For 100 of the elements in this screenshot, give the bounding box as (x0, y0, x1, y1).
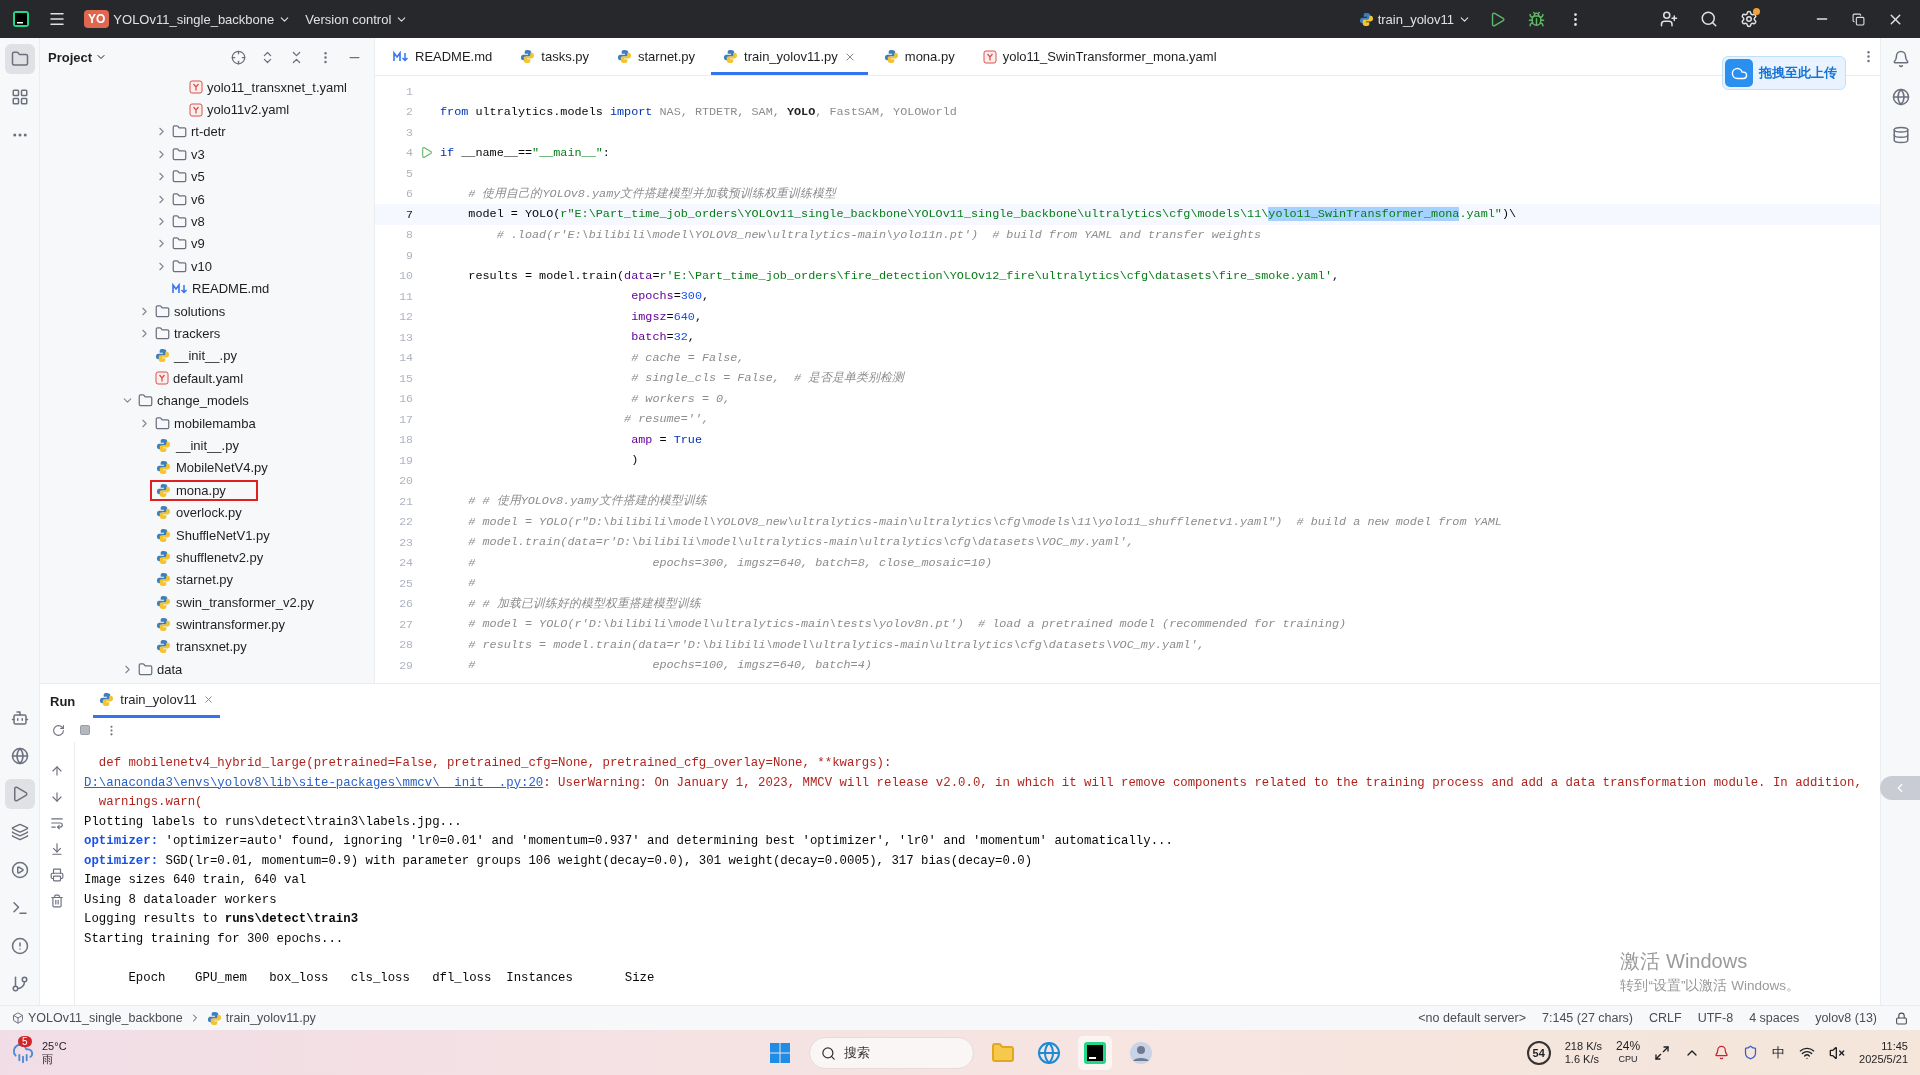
folder-icon (155, 303, 170, 319)
ide-icon[interactable] (1077, 1035, 1112, 1070)
tree-item[interactable]: __init__.py (40, 434, 374, 457)
clock-date[interactable]: 2025/5/21 (1859, 1052, 1908, 1066)
tree-item[interactable]: yolo11v2.yaml (40, 98, 374, 121)
code-line: batch=32, (630, 330, 695, 345)
python-file-icon (156, 527, 171, 543)
tree-item[interactable]: change_models (40, 389, 374, 412)
status-item[interactable]: <no default server> (1418, 1011, 1526, 1025)
tree-item[interactable]: swin_transformer_v2.py (40, 591, 374, 614)
temperature: 25°C (42, 1039, 67, 1053)
tree-item[interactable]: transxnet.py (40, 635, 374, 659)
folder-icon (155, 326, 170, 341)
code-line: epochs=300, (630, 289, 710, 304)
line-number: 1 (405, 84, 413, 98)
tree-item[interactable]: data (40, 658, 374, 681)
highlight-frame: mona.py (150, 479, 258, 501)
editor-tab[interactable]: README.md (381, 38, 505, 75)
editor-tab[interactable]: yolo11_SwinTransformer_mona.yaml (970, 38, 1229, 75)
input-method[interactable]: 中 (1772, 1043, 1786, 1062)
tree-item[interactable]: mona.py (40, 479, 374, 502)
search-field[interactable]: 搜索 (808, 1036, 974, 1069)
file-link[interactable]: D:\anaconda3\envs\yolov8\lib\site-packages\mmcv\__init__.py:20 (84, 775, 544, 790)
code-line: results = model.train(data=r'E:\Part_time_job_orders\fire_detection\YOLOv12_fire\ultralytics\cfg\datasets\fire_smoke.yaml', (467, 268, 1340, 283)
run-config-selector[interactable]: train_yolov11 (1358, 11, 1471, 27)
lock-icon[interactable] (1895, 1011, 1908, 1025)
tree-item[interactable]: swintransformer.py (40, 613, 374, 636)
tree-item[interactable]: README.md (40, 277, 374, 300)
tree-item[interactable]: v3 (40, 143, 374, 166)
tree-item[interactable]: __init__.py (40, 344, 374, 368)
editor-tab[interactable]: mona.py (871, 38, 967, 75)
cpu-label: CPU (1617, 1052, 1639, 1066)
tree-item[interactable]: shufflenetv2.py (40, 546, 374, 569)
vcs-menu[interactable]: Version control (305, 11, 409, 27)
tree-item[interactable]: mobilemamba (40, 411, 374, 435)
project-switcher[interactable]: YO YOLOv11_single_backbone (84, 10, 292, 28)
code-line: # # 使用YOLOv8.yamy文件搭建的模型训练 (467, 493, 707, 510)
tree-item[interactable]: rt-detr (40, 120, 374, 144)
cpu-usage: 24% (1616, 1039, 1641, 1053)
tree-item[interactable]: v10 (40, 255, 374, 278)
editor-tab[interactable]: tasks.py (508, 38, 601, 75)
line-number: 27 (398, 617, 413, 631)
line-number: 22 (398, 515, 413, 529)
code-line: # epochs=300, imgsz=640, batch=8, close_mosaic=10) (467, 555, 993, 570)
tree-item[interactable]: yolo11_transxnet_t.yaml (40, 76, 374, 99)
collapse-handle[interactable] (1880, 776, 1920, 800)
status-item[interactable]: CRLF (1649, 1011, 1682, 1025)
tree-item[interactable]: ShuffleNetV1.py (40, 523, 374, 547)
editor-tab[interactable]: starnet.py (605, 38, 708, 75)
score-badge[interactable]: 54 (1526, 1040, 1551, 1065)
volume-muted-icon[interactable] (1829, 1044, 1846, 1061)
project-title[interactable]: Project (48, 49, 108, 65)
tree-item[interactable]: v8 (40, 210, 374, 233)
project-tool-icon[interactable] (4, 44, 35, 74)
tree-item[interactable]: solutions (40, 299, 374, 323)
run-gutter-icon[interactable] (420, 146, 433, 160)
tree-item[interactable]: v9 (40, 232, 374, 256)
line-number: 4 (405, 146, 413, 160)
status-item[interactable]: yolov8 (13) (1815, 1011, 1877, 1025)
python-file-icon (617, 49, 632, 64)
tree-item[interactable]: v6 (40, 187, 374, 211)
tree-item[interactable]: v5 (40, 165, 374, 188)
markdown-file-icon (172, 282, 188, 295)
run-tab[interactable]: train_yolov11 (93, 684, 220, 718)
code-line: # (467, 576, 476, 591)
tree-item[interactable]: MobileNetV4.py (40, 456, 374, 480)
status-item[interactable]: 4 spaces (1749, 1011, 1800, 1025)
code-line: # model = YOLO(r'D:\bilibili\model\ultralytics-main\tests\yolov8n.pt') # load a pretrained model (recommended for training) (467, 617, 1347, 632)
tree-item[interactable]: trackers (40, 322, 374, 345)
python-file-icon (156, 572, 171, 588)
code-line: # .load(r'E:\bilibili\model\YOLOV8_new\ultralytics-main\yolo11n.pt') # build from YAML and transfer weights (495, 227, 1262, 242)
tree-item[interactable]: default.yaml (40, 367, 374, 390)
line-number: 26 (398, 597, 413, 611)
python-file-icon (156, 549, 171, 565)
line-number: 6 (405, 187, 413, 201)
python-file-icon (1358, 11, 1374, 27)
console-line: Epoch GPU_mem box_loss cls_loss dfl_loss Instances Size (127, 969, 655, 987)
tree-item[interactable]: overlock.py (40, 501, 374, 524)
code-line: # cache = False, (630, 350, 745, 365)
console-line: Logging results to runs\detect\train3 (84, 911, 359, 928)
line-number: 14 (398, 351, 413, 365)
console-line: optimizer: SGD(lr=0.01, momentum=0.9) with parameter groups 106 weight(decay=0.0), 301 weight(decay=0.0005), 317 bias(decay=0.0) (84, 852, 1033, 870)
breadcrumb[interactable]: YOLOv11_single_backbone (12, 1011, 183, 1025)
python-file-icon (156, 617, 171, 633)
code-line: ) (630, 453, 639, 468)
line-number: 2 (405, 105, 413, 119)
status-item[interactable]: 7:145 (27 chars) (1542, 1011, 1634, 1025)
shield-icon[interactable] (1743, 1045, 1759, 1060)
status-item[interactable]: UTF-8 (1697, 1011, 1734, 1025)
clock-time[interactable]: 11:45 (1859, 1039, 1908, 1053)
breadcrumb[interactable]: train_yolov11.py (206, 1010, 316, 1026)
line-number: 21 (398, 494, 413, 508)
tree-item[interactable]: starnet.py (40, 568, 374, 591)
code-line: # resume='', (623, 412, 709, 427)
editor-tab[interactable]: train_yolov11.py (711, 38, 868, 75)
folder-icon (138, 393, 153, 409)
code-line: # epochs=100, imgsz=640, batch=4) (467, 658, 872, 673)
run-tool-icon[interactable] (4, 779, 35, 809)
app-logo-icon (12, 10, 30, 28)
upload-widget[interactable]: 拖拽至此上传 (1722, 56, 1846, 90)
